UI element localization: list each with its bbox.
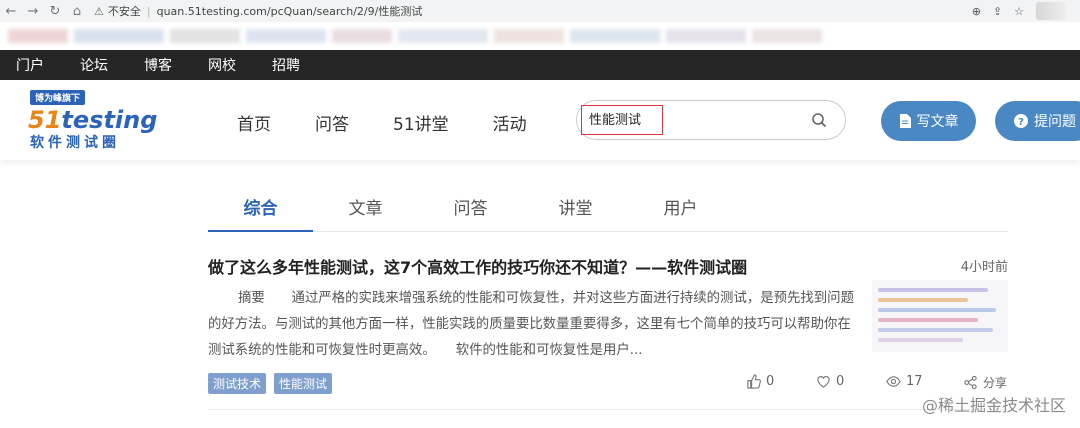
favorite-button[interactable]: 0: [816, 374, 844, 389]
ask-question-label: 提问题: [1034, 114, 1076, 130]
reload-icon[interactable]: ↻: [44, 4, 66, 19]
thumbnail-bar: [878, 338, 963, 342]
warning-icon: ⚠: [94, 4, 104, 18]
article-summary: 摘要 通过严格的实践来增强系统的性能和可恢复性，并对这些方面进行持续的测试，是预…: [208, 291, 854, 358]
thumbnail-bar: [878, 318, 978, 322]
share-icon[interactable]: ⇪: [993, 5, 1002, 18]
question-icon: ?: [1014, 114, 1028, 128]
search-input[interactable]: [589, 111, 789, 126]
main-nav: 首页 问答 51讲堂 活动: [237, 110, 527, 135]
search-box: [576, 100, 846, 140]
tag-badge[interactable]: 测试技术: [208, 373, 267, 394]
url-separator: |: [146, 4, 151, 18]
result-tabs: 综合 文章 问答 讲堂 用户: [208, 182, 1008, 232]
topbar-link-school[interactable]: 网校: [208, 55, 236, 75]
document-icon: [899, 114, 911, 128]
security-label: 不安全: [107, 5, 141, 18]
tab-lectures[interactable]: 讲堂: [523, 182, 628, 231]
write-article-label: 写文章: [916, 114, 959, 130]
nav-qa[interactable]: 问答: [315, 110, 349, 135]
view-stat: 17: [886, 374, 923, 389]
topbar-link-blog[interactable]: 博客: [144, 55, 172, 75]
search-icon[interactable]: [811, 112, 827, 128]
tab-all[interactable]: 综合: [208, 182, 313, 232]
watermark: @稀土掘金技术社区: [921, 396, 1066, 415]
article-tags: 测试技术 性能测试: [208, 373, 333, 394]
profile-avatar[interactable]: [1036, 2, 1066, 20]
share-label: 分享: [983, 376, 1008, 390]
thumbnail-bar: [878, 288, 988, 292]
topbar-link-portal[interactable]: 门户: [16, 55, 44, 75]
favorite-count: 0: [836, 374, 845, 389]
ask-question-button[interactable]: ? 提问题: [995, 101, 1080, 141]
heart-icon: [817, 376, 830, 388]
article-title[interactable]: 做了这么多年性能测试，这7个高效工作的技巧你还不知道？——软件测试圈: [208, 254, 747, 278]
bookmark-item[interactable]: [494, 29, 564, 43]
thumbnail-bar: [878, 328, 993, 332]
nav-home[interactable]: 首页: [237, 110, 271, 135]
tab-qa[interactable]: 问答: [418, 182, 523, 231]
back-icon[interactable]: ←: [0, 4, 22, 19]
topbar-link-jobs[interactable]: 招聘: [272, 55, 300, 75]
zoom-icon[interactable]: ⊕: [972, 5, 981, 18]
topbar-link-forum[interactable]: 论坛: [80, 55, 108, 75]
article-time: 4小时前: [960, 260, 1008, 275]
thumbnail-bar: [878, 298, 968, 302]
logo-chinese: 软件测试圈: [30, 135, 120, 151]
url-text: quan.51testing.com/pcQuan/search/2/9/性能测…: [156, 5, 423, 18]
tab-articles[interactable]: 文章: [313, 182, 418, 231]
site-topbar: 门户 论坛 博客 网校 招聘: [0, 50, 1080, 80]
site-logo[interactable]: 博为峰旗下 51testing 软件测试圈: [28, 88, 158, 152]
share-nodes-icon: [964, 375, 977, 390]
bookmark-item[interactable]: [398, 29, 488, 43]
bookmark-item[interactable]: [74, 29, 164, 43]
bookmarks-bar: [0, 22, 1080, 50]
nav-lecture[interactable]: 51讲堂: [393, 110, 449, 135]
bookmark-item[interactable]: [332, 29, 392, 43]
bookmark-item[interactable]: [752, 29, 822, 43]
bookmark-item[interactable]: [170, 29, 240, 43]
thumbs-up-icon: [747, 374, 761, 389]
like-button[interactable]: 0: [746, 374, 774, 389]
browser-toolbar: ← → ↻ ⌂ ⚠ 不安全 | quan.51testing.com/pcQua…: [0, 0, 1080, 22]
eye-icon: [886, 376, 901, 387]
address-bar[interactable]: ⚠ 不安全 | quan.51testing.com/pcQuan/search…: [94, 3, 422, 19]
logo-tag: 博为峰旗下: [30, 90, 86, 105]
tag-badge[interactable]: 性能测试: [274, 373, 333, 394]
forward-icon[interactable]: →: [22, 4, 44, 19]
view-count: 17: [906, 374, 923, 389]
bookmark-star-icon[interactable]: ☆: [1014, 5, 1024, 18]
svg-text:?: ?: [1018, 117, 1024, 128]
logo-brand-number: 51: [28, 106, 62, 134]
search-result-item: 做了这么多年性能测试，这7个高效工作的技巧你还不知道？——软件测试圈 4小时前 …: [208, 248, 1008, 410]
thumbnail-bar: [878, 308, 996, 312]
bookmark-item[interactable]: [666, 29, 746, 43]
nav-events[interactable]: 活动: [493, 110, 527, 135]
share-button[interactable]: 分享: [963, 374, 1007, 391]
bookmark-item[interactable]: [8, 29, 68, 43]
like-count: 0: [766, 374, 775, 389]
home-icon[interactable]: ⌂: [66, 4, 88, 19]
tab-users[interactable]: 用户: [628, 182, 733, 231]
bookmark-item[interactable]: [570, 29, 660, 43]
bookmark-item[interactable]: [246, 29, 326, 43]
logo-brand-word: testing: [61, 106, 158, 134]
logo-brand: 51testing: [28, 106, 157, 134]
write-article-button[interactable]: 写文章: [881, 101, 976, 141]
article-thumbnail[interactable]: [872, 280, 1008, 352]
site-header: 博为峰旗下 51testing 软件测试圈 首页 问答 51讲堂 活动 写文章 …: [0, 80, 1080, 160]
